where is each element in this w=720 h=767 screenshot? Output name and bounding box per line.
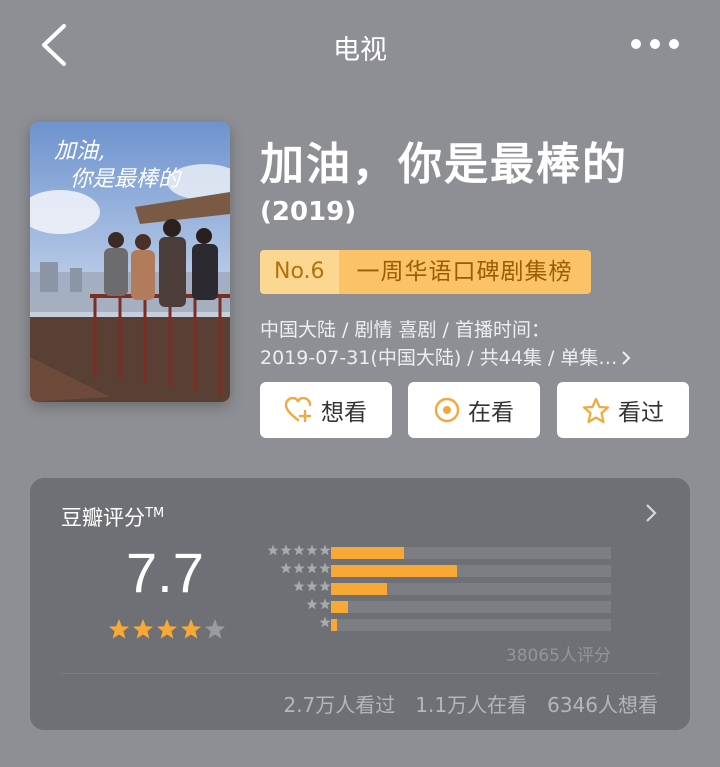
watch-stats: 2.7万人看过 1.1万人在看 6346人想看 (283, 689, 658, 718)
more-dots-icon[interactable] (630, 36, 680, 52)
star-outline-icon (582, 397, 610, 423)
chevron-right-icon (622, 351, 631, 365)
page-title: 电视 (333, 35, 387, 66)
small-star-icon (319, 562, 331, 574)
rating-stars (108, 618, 226, 640)
nav-bar: 电视 (0, 0, 720, 92)
small-star-icon (293, 544, 305, 556)
heart-plus-icon (285, 397, 312, 422)
star-filled-icon (180, 618, 202, 639)
small-star-icon (280, 562, 292, 574)
trademark-mark: TM (145, 506, 165, 521)
rating-card[interactable]: 豆瓣评分TM 7.7 38065人评分 2.7万人看过 1.1万人在看 6346… (30, 478, 690, 730)
want-count: 6346人想看 (547, 693, 658, 717)
rating-bar-track (331, 565, 611, 577)
rating-card-title: 豆瓣评分TM (61, 502, 164, 532)
rating-bar-fill (331, 601, 348, 613)
want-to-watch-label: 想看 (321, 400, 367, 426)
rating-distribution (251, 544, 631, 634)
row-stars (319, 616, 331, 628)
rating-distribution-row (251, 562, 631, 580)
small-star-icon (319, 580, 331, 592)
rating-bar-track (331, 619, 611, 631)
rating-bar-track (331, 547, 611, 559)
watched-label: 看过 (618, 400, 664, 426)
divider (61, 673, 659, 674)
poster-image[interactable]: 加油, 你是最棒的 (30, 122, 230, 402)
small-star-icon (293, 580, 305, 592)
rating-distribution-row (251, 598, 631, 616)
small-star-icon (319, 598, 331, 610)
small-star-icon (293, 562, 305, 574)
small-star-icon (306, 562, 318, 574)
watching-button[interactable]: 在看 (408, 382, 540, 438)
small-star-icon (267, 544, 279, 556)
rating-bar-fill (331, 565, 457, 577)
watched-count: 2.7万人看过 (283, 693, 396, 717)
show-meta: 中国大陆 / 剧情 喜剧 / 首播时间： 2019-07-31(中国大陆) / … (260, 316, 680, 372)
row-stars (280, 562, 331, 574)
rank-number: No.6 (260, 250, 339, 294)
small-star-icon (306, 598, 318, 610)
meta-line-1: 中国大陆 / 剧情 喜剧 / 首播时间： (260, 319, 551, 341)
watching-count: 1.1万人在看 (415, 693, 528, 717)
poster-art: 加油, 你是最棒的 (30, 122, 230, 402)
small-star-icon (306, 580, 318, 592)
chevron-right-icon[interactable] (644, 502, 658, 524)
row-stars (267, 544, 331, 556)
rank-badge[interactable]: No.6 一周华语口碑剧集榜 (260, 250, 591, 294)
want-to-watch-button[interactable]: 想看 (260, 382, 392, 438)
rating-bar-fill (331, 583, 387, 595)
star-filled-icon (108, 618, 130, 639)
rating-bar-fill (331, 619, 337, 631)
rating-bar-track (331, 583, 611, 595)
rating-bar-track (331, 601, 611, 613)
row-stars (293, 580, 331, 592)
rating-distribution-row (251, 544, 631, 562)
star-filled-icon (156, 618, 178, 639)
rating-title-text: 豆瓣评分 (61, 506, 145, 530)
row-stars (306, 598, 331, 610)
rating-distribution-row (251, 580, 631, 598)
small-star-icon (280, 544, 292, 556)
rank-list-name: 一周华语口碑剧集榜 (338, 250, 591, 294)
star-empty-icon (204, 618, 226, 639)
meta-line-2: 2019-07-31(中国大陆) / 共44集 / 单集… (260, 347, 618, 369)
meta-line-2-link[interactable]: 2019-07-31(中国大陆) / 共44集 / 单集… (260, 344, 680, 372)
watching-label: 在看 (468, 400, 514, 426)
rating-count: 38065人评分 (505, 646, 611, 666)
watched-button[interactable]: 看过 (557, 382, 689, 438)
circle-dot-icon (434, 397, 460, 423)
rating-bar-fill (331, 547, 404, 559)
rating-score: 7.7 (126, 541, 204, 604)
rating-distribution-row (251, 616, 631, 634)
show-year: (2019) (260, 197, 357, 227)
small-star-icon (306, 544, 318, 556)
star-filled-icon (132, 618, 154, 639)
small-star-icon (319, 544, 331, 556)
show-title: 加油，你是最棒的 (260, 139, 628, 190)
svg-text:加油,: 加油, (54, 139, 105, 164)
svg-text:你是最棒的: 你是最棒的 (70, 167, 183, 192)
small-star-icon (319, 616, 331, 628)
